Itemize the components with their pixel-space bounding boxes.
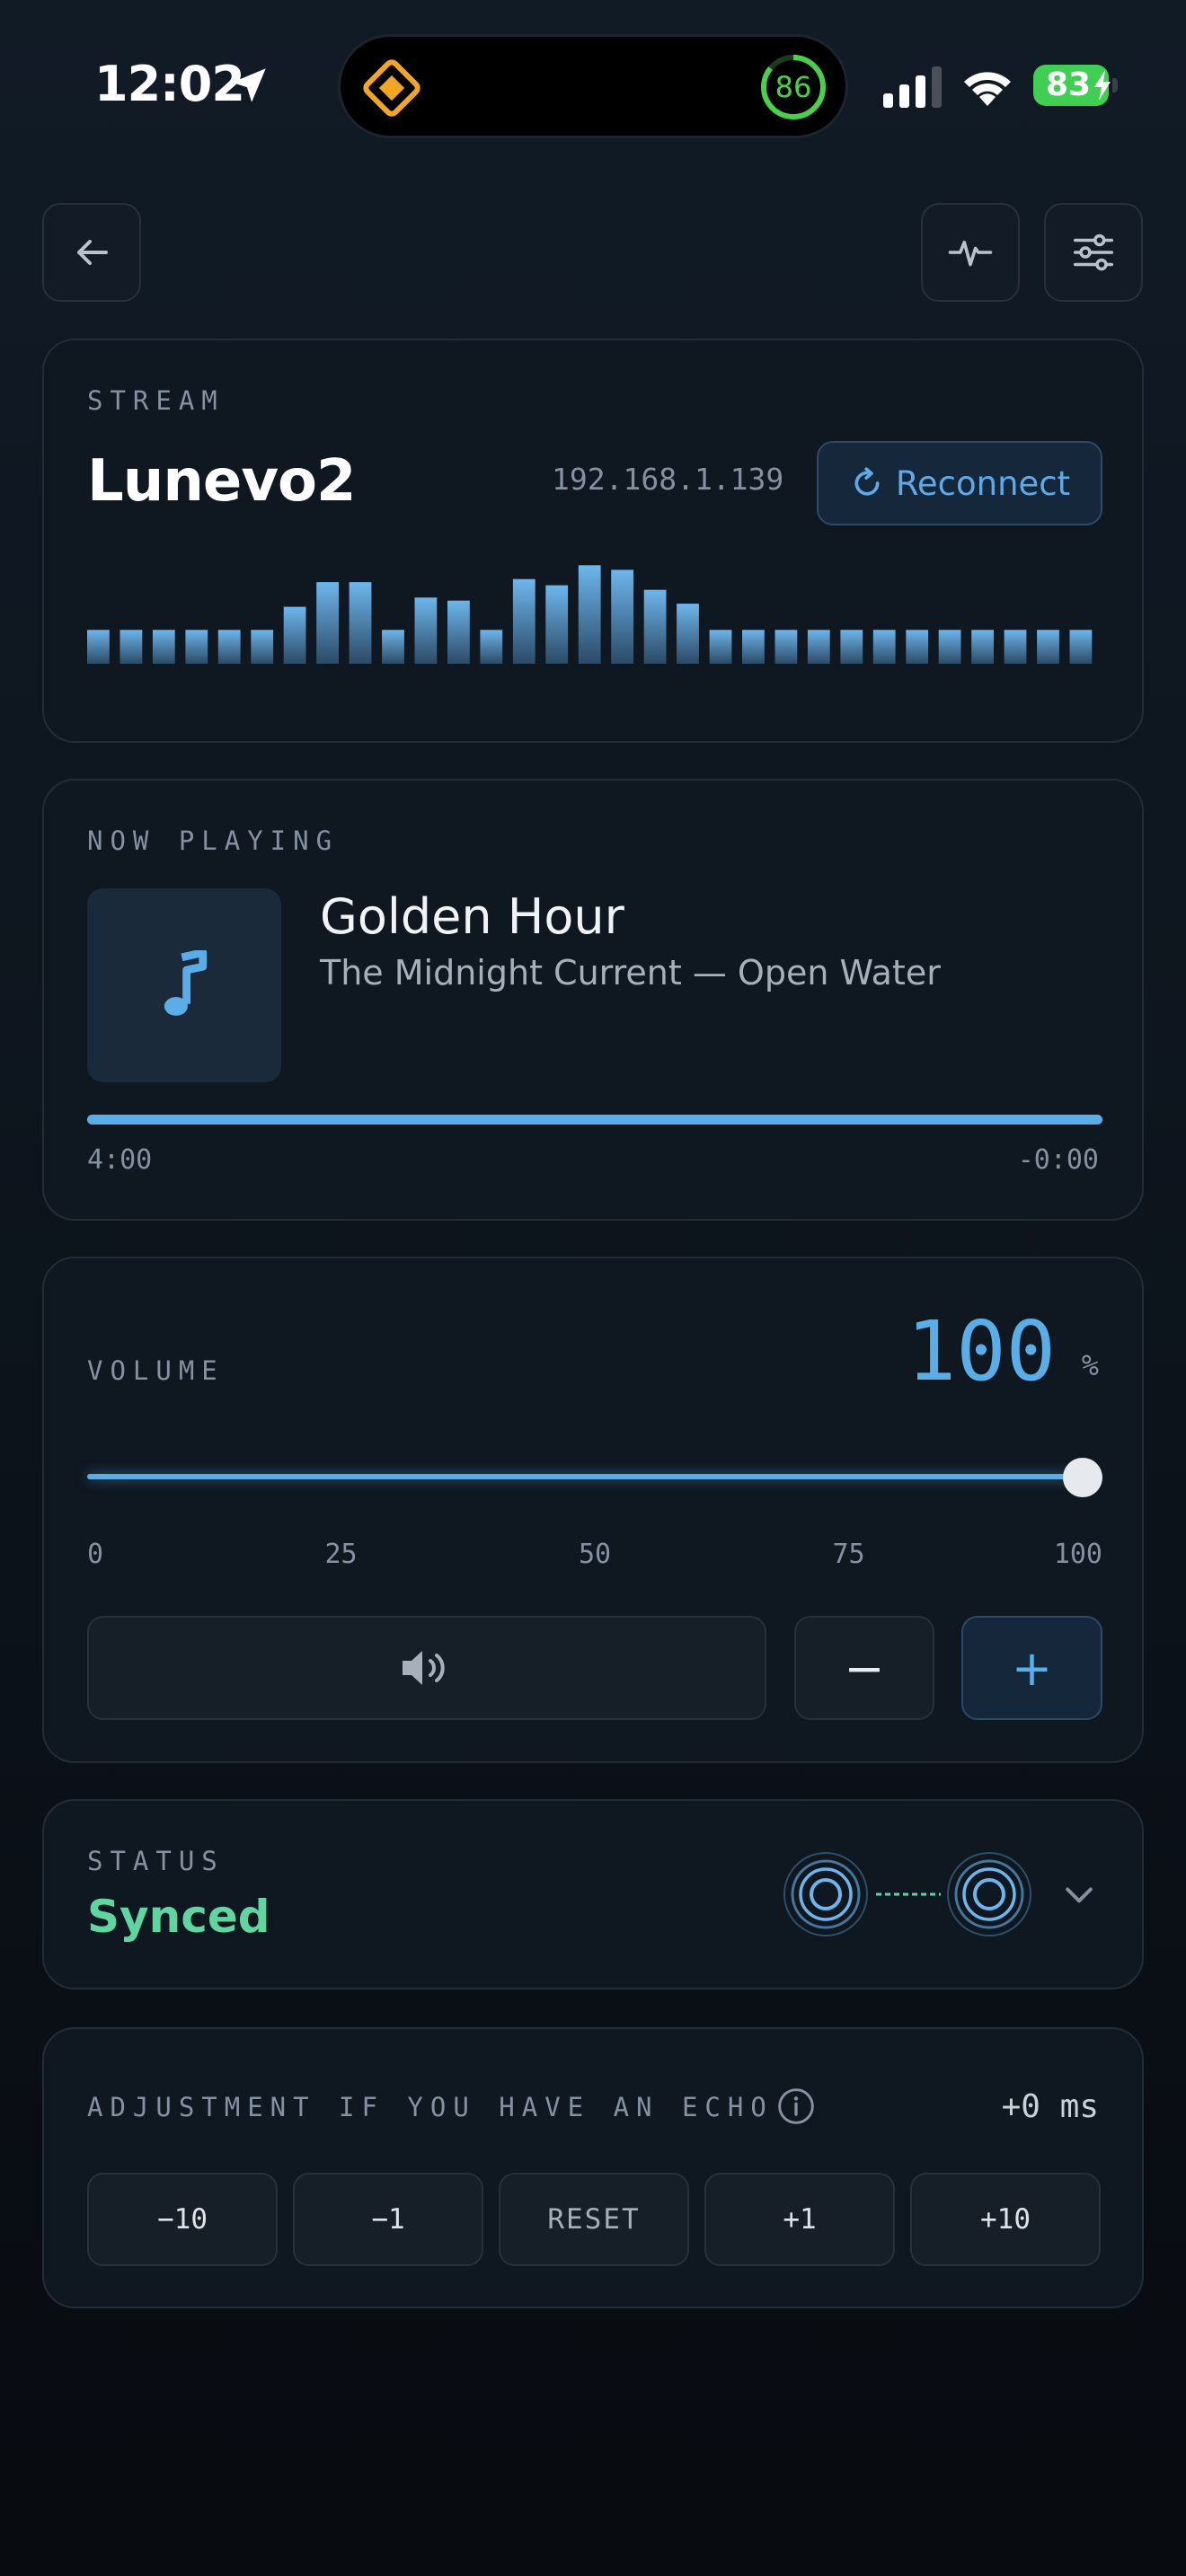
volume-value: 100	[906, 1303, 1056, 1399]
album-art	[87, 888, 281, 1082]
visualizer-bar	[1069, 630, 1093, 664]
visualizer-bar	[578, 565, 601, 664]
battery-percent: 83	[1045, 66, 1092, 103]
visualizer-bar	[185, 630, 208, 664]
visualizer-bar	[349, 582, 372, 664]
visualizer-bar	[87, 630, 110, 664]
visualizer-bar	[152, 630, 175, 664]
battery-cap	[1112, 78, 1118, 93]
battery-indicator: 83	[1033, 65, 1118, 106]
visualizer-bar	[217, 630, 241, 664]
volume-slider-thumb[interactable]	[1063, 1458, 1102, 1497]
visualizer-bar	[807, 630, 830, 664]
volume-card: VOLUME 100 % 0 25 50 75 100 − +	[42, 1257, 1144, 1763]
status-value: Synced	[87, 1891, 270, 1943]
visualizer-bar	[840, 630, 863, 664]
visualizer-bar	[872, 630, 896, 664]
audio-visualizer	[87, 565, 1093, 664]
volume-tick-label: 0	[87, 1539, 104, 1570]
elapsed-time: 4:00	[87, 1144, 153, 1176]
visualizer-bar	[251, 630, 274, 664]
info-icon[interactable]	[776, 2086, 816, 2126]
volume-tick-label: 25	[324, 1539, 358, 1570]
echo-adjustment-label: ADJUSTMENT IF YOU HAVE AN ECHO	[87, 2092, 774, 2122]
island-badge: 86	[774, 70, 812, 104]
dynamic-island: 86	[338, 34, 848, 138]
reconnect-label: Reconnect	[895, 463, 1071, 503]
visualizer-bar	[677, 604, 699, 664]
volume-slider[interactable]	[87, 1458, 1102, 1497]
visualizer-bar	[971, 630, 994, 664]
visualizer-bar	[316, 582, 339, 664]
visualizer-bar	[480, 630, 503, 664]
track-artist-album: The Midnight Current — Open Water	[320, 953, 941, 992]
status-label: STATUS	[87, 1846, 225, 1876]
visualizer-bar	[447, 600, 470, 664]
speaker-icon	[403, 1651, 445, 1685]
sliders-icon	[1073, 234, 1114, 271]
playback-progress[interactable]	[87, 1115, 1102, 1125]
echo-plus-1-button[interactable]: +1	[704, 2173, 895, 2266]
echo-reset-button[interactable]: RESET	[499, 2173, 689, 2266]
volume-tick-label: 50	[578, 1539, 612, 1570]
echo-adjustment-card: ADJUSTMENT IF YOU HAVE AN ECHO +0 ms −10…	[42, 2027, 1144, 2308]
stream-label: STREAM	[87, 385, 225, 416]
stream-card: STREAM Lunevo2 192.168.1.139 Reconnect	[42, 339, 1144, 743]
settings-button[interactable]	[1044, 203, 1143, 302]
stream-ip: 192.168.1.139	[552, 462, 784, 497]
wifi-icon	[964, 72, 1011, 106]
visualizer-bar	[1004, 630, 1027, 664]
app-diamond-icon	[363, 59, 420, 117]
echo-minus-10-button[interactable]: −10	[87, 2173, 278, 2266]
visualizer-bar	[643, 589, 667, 664]
echo-minus-1-button[interactable]: −1	[293, 2173, 483, 2266]
charging-bolt-icon	[1094, 70, 1111, 101]
echo-plus-10-button[interactable]: +10	[910, 2173, 1101, 2266]
volume-down-button[interactable]: −	[794, 1616, 934, 1720]
volume-tick-label: 100	[1053, 1539, 1102, 1570]
echo-offset-value: +0 ms	[1001, 2088, 1099, 2125]
track-title: Golden Hour	[320, 888, 624, 945]
chevron-down-icon[interactable]	[1059, 1875, 1099, 1914]
pulse-icon	[948, 240, 993, 267]
reconnect-button[interactable]: Reconnect	[817, 441, 1102, 525]
visualizer-bar	[774, 630, 798, 664]
volume-up-button[interactable]: +	[961, 1616, 1102, 1720]
visualizer-bar	[512, 578, 535, 664]
visualizer-bar	[545, 585, 569, 664]
arrow-left-icon	[77, 240, 108, 265]
status-bar: 12:02 86 83	[0, 0, 1186, 171]
visualizer-bar	[119, 630, 143, 664]
volume-slider-fill	[87, 1474, 1083, 1479]
visualizer-bar	[611, 569, 633, 664]
mute-button[interactable]	[87, 1616, 766, 1720]
visualizer-bar	[414, 597, 438, 664]
visualizer-bar	[382, 630, 404, 664]
volume-ticks: 0 25 50 75 100	[87, 1539, 1102, 1575]
volume-unit: %	[1081, 1348, 1099, 1382]
visualizer-bar	[283, 606, 306, 664]
now-playing-card: NOW PLAYING Golden Hour The Midnight Cur…	[42, 779, 1144, 1221]
visualizer-bar	[938, 630, 961, 664]
diagnostics-button[interactable]	[921, 203, 1020, 302]
sync-link-icon	[783, 1852, 1031, 1936]
status-card[interactable]: STATUS Synced	[42, 1799, 1144, 1989]
music-note-icon	[164, 950, 208, 1016]
visualizer-bar	[1037, 630, 1059, 664]
playback-progress-fill	[87, 1115, 1102, 1125]
back-button[interactable]	[42, 203, 141, 302]
location-arrow-icon	[232, 68, 266, 102]
refresh-icon	[854, 467, 880, 496]
visualizer-bar	[742, 630, 765, 664]
volume-tick-label: 75	[832, 1539, 865, 1570]
visualizer-bar	[906, 630, 929, 664]
stream-name: Lunevo2	[87, 448, 357, 515]
clock: 12:02	[94, 56, 245, 112]
remaining-time: -0:00	[1017, 1144, 1099, 1176]
volume-label: VOLUME	[87, 1355, 225, 1386]
visualizer-bar	[709, 630, 732, 664]
now-playing-label: NOW PLAYING	[87, 825, 340, 856]
cellular-signal-icon	[883, 66, 942, 108]
